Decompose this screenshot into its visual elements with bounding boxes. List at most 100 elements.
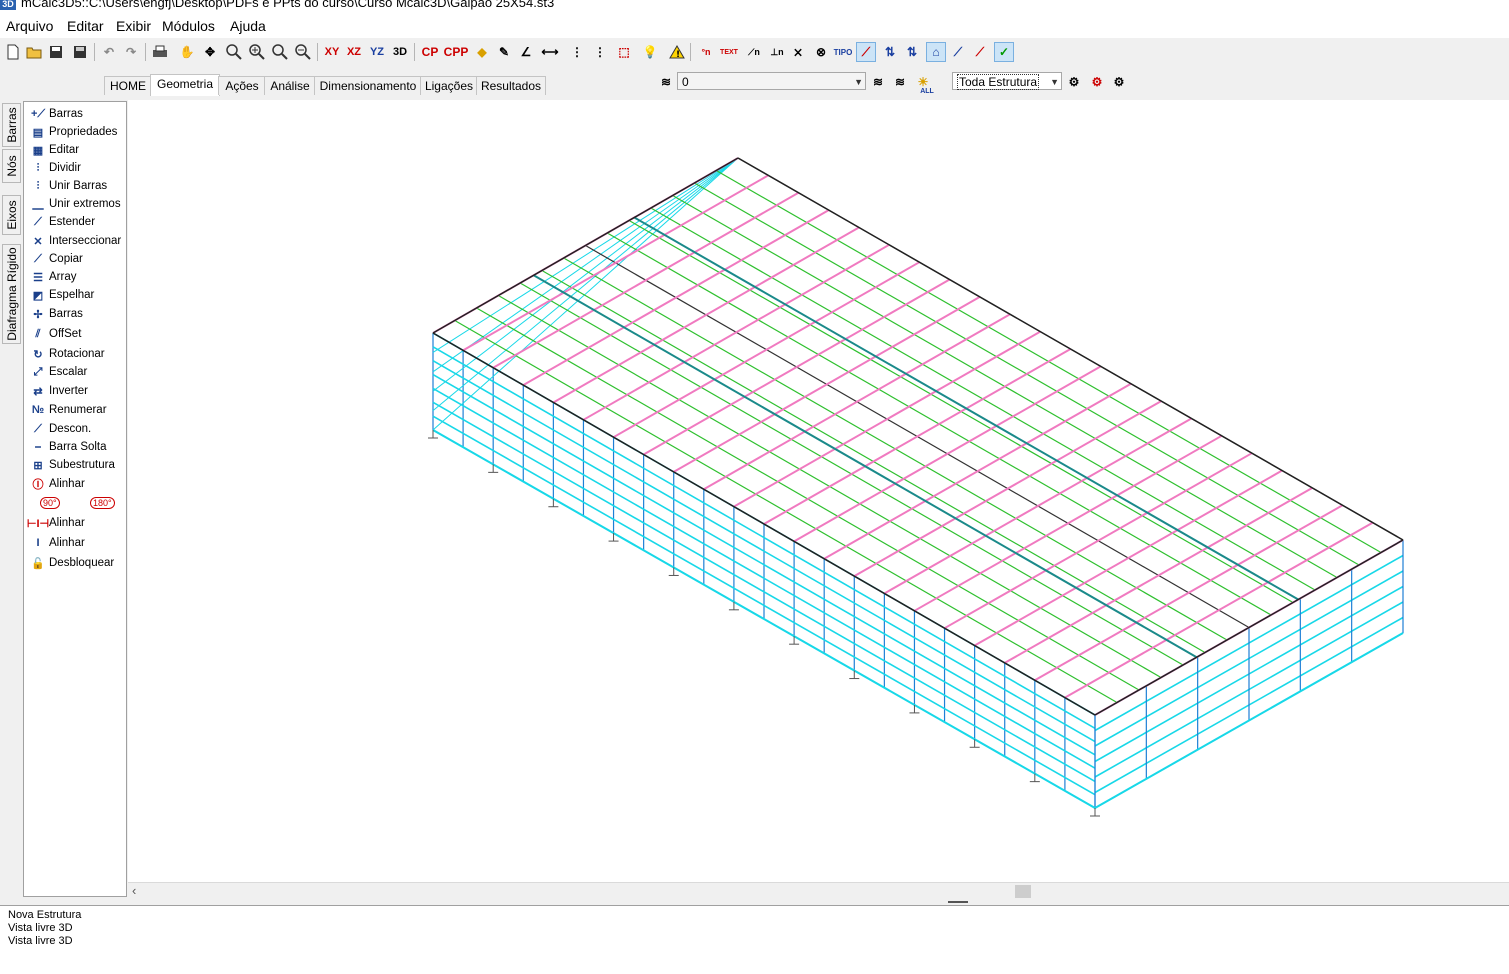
zoom-node-icon[interactable]: ⊗ bbox=[811, 42, 831, 62]
local-axes-icon[interactable]: ⟋ bbox=[856, 42, 876, 62]
release-icon[interactable]: ⨯ bbox=[788, 42, 808, 62]
l-axes-icon[interactable]: ⇅ bbox=[902, 42, 922, 62]
layer-manager-icon[interactable]: ≋ bbox=[868, 72, 888, 92]
model-viewport[interactable] bbox=[128, 100, 1509, 882]
node-numbers-icon[interactable]: °n bbox=[696, 42, 716, 62]
support-numbers-icon[interactable]: ⊥n bbox=[767, 42, 787, 62]
girt-bar bbox=[432, 415, 1096, 796]
substructure-edit-icon[interactable]: ⚙ bbox=[1109, 72, 1129, 92]
pan-icon[interactable]: ✋ bbox=[177, 42, 197, 62]
view-yz-button[interactable]: YZ bbox=[367, 42, 387, 62]
cmd-espelhar[interactable]: ◩ Espelhar bbox=[30, 286, 95, 304]
tipo-button[interactable]: TIPO bbox=[832, 42, 854, 62]
select-window-icon[interactable]: ⬚ bbox=[614, 42, 634, 62]
tab-analise[interactable]: Análise bbox=[264, 76, 316, 95]
cmd-unir-barras[interactable]: ⫶ Unir Barras bbox=[30, 177, 108, 195]
save-as-icon[interactable] bbox=[70, 42, 90, 62]
cmd-mover-barras[interactable]: ✢ Barras bbox=[30, 305, 82, 323]
chevron-down-icon: ▼ bbox=[854, 77, 863, 87]
cmd-barra-solta[interactable]: ⎯ Barra Solta bbox=[30, 438, 106, 456]
view-xz-button[interactable]: XZ bbox=[344, 42, 364, 62]
intersect-icon: ✕ bbox=[33, 235, 43, 248]
save-icon[interactable] bbox=[46, 42, 66, 62]
base-edge bbox=[432, 429, 1096, 809]
tab-resultados[interactable]: Resultados bbox=[476, 76, 546, 95]
rotate-view-icon[interactable]: ✥ bbox=[200, 42, 220, 62]
tab-dimensionamento[interactable]: Dimensionamento bbox=[314, 76, 422, 95]
splitter-grip[interactable] bbox=[948, 901, 968, 903]
eraser-icon[interactable]: ◆ bbox=[472, 42, 492, 62]
dimension-icon[interactable]: ⟷ bbox=[540, 42, 560, 62]
cmd-dividir[interactable]: ⫶ Dividir bbox=[30, 159, 81, 177]
side-tab-diafragma-rigido[interactable]: Diafragma Rígido bbox=[2, 244, 21, 344]
cmd-alinhar-3[interactable]: I Alinhar bbox=[30, 534, 84, 552]
cpp-button[interactable]: CPP bbox=[444, 42, 469, 62]
undo-icon[interactable]: ↶ bbox=[99, 42, 119, 62]
layer-visibility-icon[interactable]: ≋ bbox=[890, 72, 910, 92]
menu-ajuda[interactable]: Ajuda bbox=[230, 18, 266, 34]
rotate-90-button[interactable]: 90° bbox=[40, 494, 60, 512]
cmd-descon[interactable]: ⟋ Descon. bbox=[30, 420, 91, 438]
menu-exibir[interactable]: Exibir bbox=[116, 18, 151, 34]
redo-icon[interactable]: ↷ bbox=[121, 42, 141, 62]
select-bars-icon[interactable]: ⋮ bbox=[590, 42, 610, 62]
substructure-remove-icon[interactable]: ⚙ bbox=[1087, 72, 1107, 92]
structure-select[interactable]: Toda Estrutura ▼ bbox=[952, 72, 1062, 90]
select-nodes-icon[interactable]: ⋮ bbox=[567, 42, 587, 62]
bar-diagonal-red-icon[interactable]: ⟋ bbox=[970, 42, 990, 62]
menu-editar[interactable]: Editar bbox=[67, 18, 104, 34]
bar-numbers-icon[interactable]: ⟋n bbox=[744, 42, 764, 62]
warning-icon[interactable]: ! bbox=[667, 42, 687, 62]
view-3d-button[interactable]: 3D bbox=[390, 42, 410, 62]
cmd-copiar[interactable]: ⟋ Copiar bbox=[30, 250, 83, 268]
cmd-offset[interactable]: ⫽ OffSet bbox=[30, 325, 82, 343]
zoom-all-icon[interactable] bbox=[270, 42, 290, 62]
cmd-unir-extremos[interactable]: ⎽ Unir extremos bbox=[30, 195, 121, 213]
cmd-rotacionar[interactable]: ↻ Rotacionar bbox=[30, 345, 104, 363]
tab-ligacoes[interactable]: Ligações bbox=[420, 76, 478, 95]
menu-modulos[interactable]: Módulos bbox=[162, 18, 215, 34]
print-icon[interactable] bbox=[150, 42, 170, 62]
align-column-icon: I bbox=[36, 537, 40, 549]
view-xy-button[interactable]: XY bbox=[322, 42, 342, 62]
text-toggle-button[interactable]: TEXT bbox=[718, 42, 740, 62]
cmd-desbloquear[interactable]: 🔓 Desbloquear bbox=[30, 554, 114, 572]
cmd-barras[interactable]: +⟋ Barras bbox=[30, 105, 83, 123]
cmd-editar[interactable]: ▦ Editar bbox=[30, 141, 79, 159]
cmd-renumerar[interactable]: № Renumerar bbox=[30, 401, 107, 419]
bar-diagonal-icon[interactable]: ⟋ bbox=[948, 42, 968, 62]
girt-bar bbox=[432, 157, 739, 431]
open-folder-icon[interactable] bbox=[24, 42, 44, 62]
scroll-left-icon[interactable]: ‹ bbox=[132, 883, 136, 898]
zoom-out-icon[interactable] bbox=[293, 42, 313, 62]
cmd-interseccionar[interactable]: ✕ Interseccionar bbox=[30, 232, 121, 250]
zoom-window-icon[interactable] bbox=[224, 42, 244, 62]
rotate-180-button[interactable]: 180° bbox=[90, 494, 115, 512]
cmd-subestrutura[interactable]: ⊞ Subestrutura bbox=[30, 456, 114, 474]
scroll-thumb[interactable] bbox=[1015, 885, 1031, 898]
check-icon[interactable]: ✓ bbox=[994, 42, 1014, 62]
cmd-escalar[interactable]: ⤢ Escalar bbox=[30, 363, 88, 381]
log-line: Vista livre 3D bbox=[8, 922, 73, 934]
measure-icon[interactable]: ✎ bbox=[494, 42, 514, 62]
light-bulb-icon[interactable]: 💡 bbox=[640, 42, 660, 62]
cmd-alinhar-1[interactable]: Ⓘ Alinhar bbox=[30, 475, 85, 493]
cmd-array[interactable]: ☰ Array bbox=[30, 268, 76, 286]
layers-icon[interactable]: ≋ bbox=[656, 72, 676, 92]
structure-3d-drawing[interactable] bbox=[128, 100, 1509, 882]
cmd-alinhar-2[interactable]: ⊢I⊣ Alinhar bbox=[27, 514, 85, 532]
layer-select[interactable]: 0 ▼ bbox=[677, 72, 866, 90]
horizontal-scrollbar[interactable]: ‹ bbox=[128, 882, 1509, 900]
cmd-inverter[interactable]: ⇄ Inverter bbox=[30, 382, 88, 400]
angle-icon[interactable]: ∠ bbox=[516, 42, 536, 62]
lg-axes-icon[interactable]: ⇅ bbox=[880, 42, 900, 62]
zoom-in-icon[interactable] bbox=[247, 42, 267, 62]
cmd-propriedades[interactable]: ▤ Propriedades bbox=[30, 123, 118, 141]
cp-button[interactable]: CP bbox=[420, 42, 440, 62]
tab-acoes[interactable]: Ações bbox=[218, 76, 266, 95]
tab-geometria[interactable]: Geometria bbox=[150, 74, 220, 96]
cmd-estender[interactable]: ⟋ Estender bbox=[30, 213, 95, 231]
house-view-icon[interactable]: ⌂ bbox=[926, 42, 946, 62]
substructure-add-icon[interactable]: ⚙ bbox=[1064, 72, 1084, 92]
tab-home[interactable]: HOME bbox=[104, 76, 152, 95]
